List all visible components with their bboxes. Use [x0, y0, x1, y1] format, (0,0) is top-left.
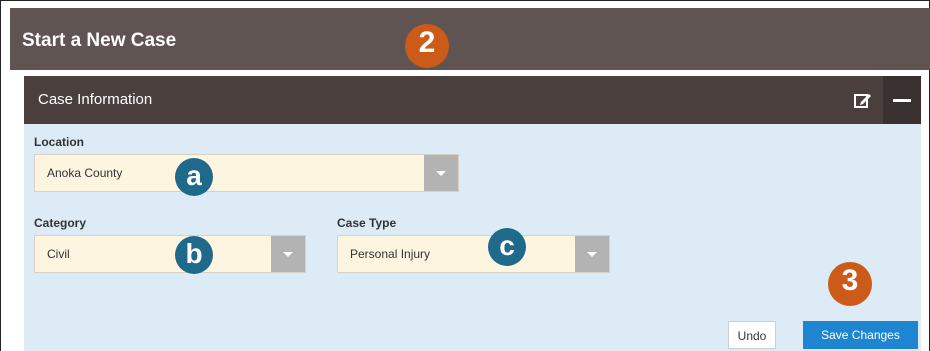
panel-header: Case Information [24, 76, 921, 124]
chevron-down-icon[interactable] [271, 236, 305, 272]
case-type-value: Personal Injury [350, 247, 431, 261]
chevron-down-icon[interactable] [424, 155, 458, 191]
location-select[interactable]: Anoka County [34, 154, 459, 192]
step-b-badge: b [175, 236, 213, 274]
category-value: Civil [47, 247, 70, 261]
page-header: Start a New Case [10, 8, 930, 70]
case-type-select[interactable]: Personal Injury [337, 235, 610, 273]
case-type-label: Case Type [337, 216, 397, 230]
category-select[interactable]: Civil [34, 235, 306, 273]
step-3-badge: 3 [828, 262, 872, 306]
case-information-panel: Case Information Location Anoka County C… [24, 76, 921, 351]
step-c-badge: c [488, 228, 526, 266]
chevron-down-icon[interactable] [575, 236, 609, 272]
step-a-badge: a [175, 158, 213, 196]
location-label: Location [34, 135, 84, 149]
save-changes-button[interactable]: Save Changes [803, 321, 918, 349]
page-title: Start a New Case [22, 30, 177, 51]
undo-button[interactable]: Undo [728, 321, 776, 349]
collapse-button[interactable] [883, 76, 921, 124]
panel-title: Case Information [38, 91, 153, 108]
minus-icon [893, 99, 911, 102]
edit-icon[interactable] [853, 90, 873, 110]
step-2-badge: 2 [405, 24, 449, 68]
location-value: Anoka County [47, 166, 123, 180]
category-label: Category [34, 216, 87, 230]
